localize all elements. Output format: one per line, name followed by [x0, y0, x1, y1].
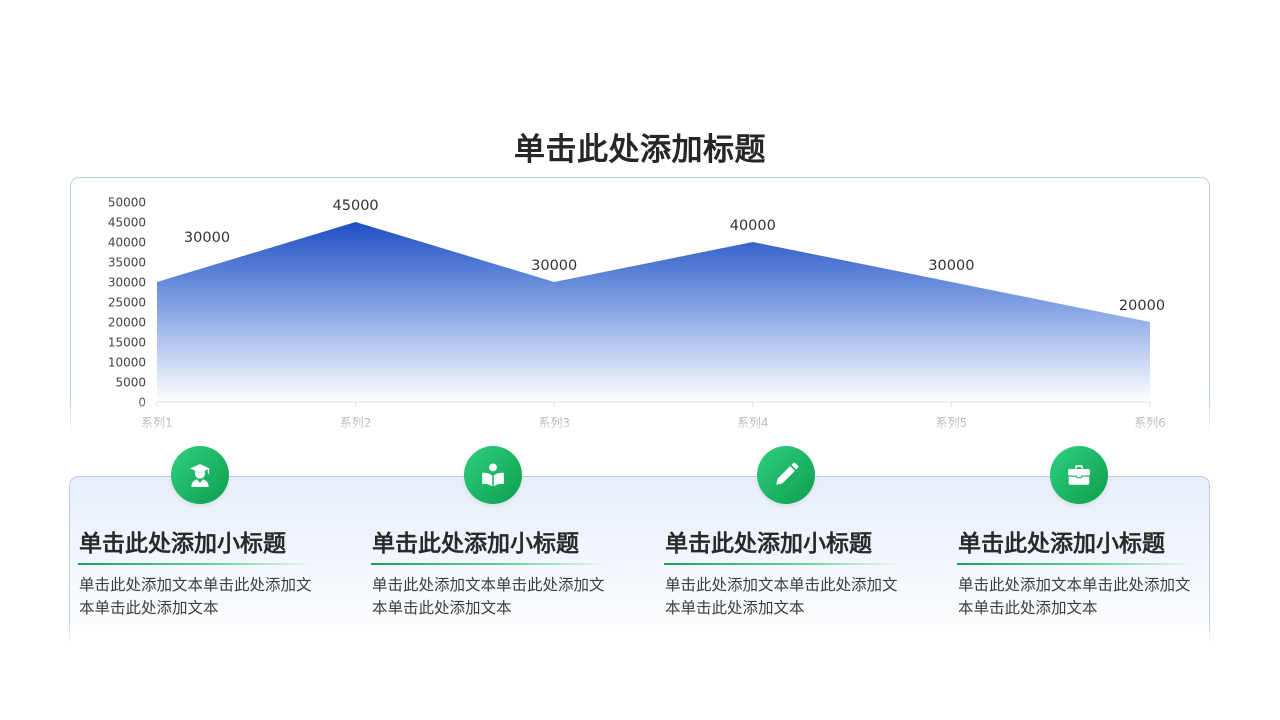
- item-text[interactable]: 单击此处添加文本单击此处添加文本单击此处添加文本: [665, 574, 909, 620]
- data-label: 30000: [184, 230, 230, 246]
- y-tick-label: 10000: [108, 356, 146, 370]
- y-tick-label: 15000: [108, 336, 146, 350]
- item-title[interactable]: 单击此处添加小标题: [79, 524, 286, 558]
- item-title[interactable]: 单击此处添加小标题: [372, 524, 579, 558]
- item-divider: [957, 563, 1193, 565]
- data-label: 40000: [730, 218, 776, 234]
- y-tick-label: 25000: [108, 296, 146, 310]
- area-chart: 0 5000 10000 15000 20000 25000 30000 35000 40000…: [108, 196, 1166, 431]
- briefcase-icon[interactable]: [1050, 446, 1108, 504]
- x-tick-label: 系列5: [936, 416, 968, 430]
- y-tick-label: 30000: [108, 276, 146, 290]
- y-tick-label: 20000: [108, 316, 146, 330]
- item-divider: [664, 563, 900, 565]
- y-tick-label: 35000: [108, 256, 146, 270]
- item-text[interactable]: 单击此处添加文本单击此处添加文本单击此处添加文本: [79, 574, 323, 620]
- x-tick-label: 系列2: [340, 416, 372, 430]
- data-label: 20000: [1119, 298, 1165, 314]
- graduate-icon[interactable]: [171, 446, 229, 504]
- area-series: [157, 222, 1150, 402]
- x-axis: 系列1 系列2 系列3 系列4 系列5 系列6: [141, 402, 1166, 430]
- y-tick-label: 5000: [115, 376, 146, 390]
- item-divider: [78, 563, 314, 565]
- book-reader-icon[interactable]: [464, 446, 522, 504]
- data-label: 30000: [531, 258, 577, 274]
- x-tick-label: 系列1: [141, 416, 173, 430]
- data-label: 30000: [928, 258, 974, 274]
- pencil-icon[interactable]: [757, 446, 815, 504]
- item-divider: [371, 563, 607, 565]
- data-label: 45000: [333, 198, 379, 214]
- y-tick-label: 45000: [108, 216, 146, 230]
- y-tick-label: 50000: [108, 196, 146, 210]
- x-tick-label: 系列3: [538, 416, 570, 430]
- area-fill: [157, 222, 1150, 402]
- chart-card: 0 5000 10000 15000 20000 25000 30000 35000 40000…: [70, 177, 1210, 439]
- page-title[interactable]: 单击此处添加标题: [0, 124, 1280, 169]
- y-axis: 0 5000 10000 15000 20000 25000 30000 35000 40000…: [108, 196, 146, 410]
- item-text[interactable]: 单击此处添加文本单击此处添加文本单击此处添加文本: [958, 574, 1202, 620]
- y-tick-label: 40000: [108, 236, 146, 250]
- item-title[interactable]: 单击此处添加小标题: [958, 524, 1165, 558]
- features-card: [69, 476, 1210, 646]
- x-tick-label: 系列4: [737, 416, 769, 430]
- item-text[interactable]: 单击此处添加文本单击此处添加文本单击此处添加文本: [372, 574, 616, 620]
- y-tick-label: 0: [138, 396, 146, 410]
- item-title[interactable]: 单击此处添加小标题: [665, 524, 872, 558]
- x-tick-label: 系列6: [1134, 416, 1166, 430]
